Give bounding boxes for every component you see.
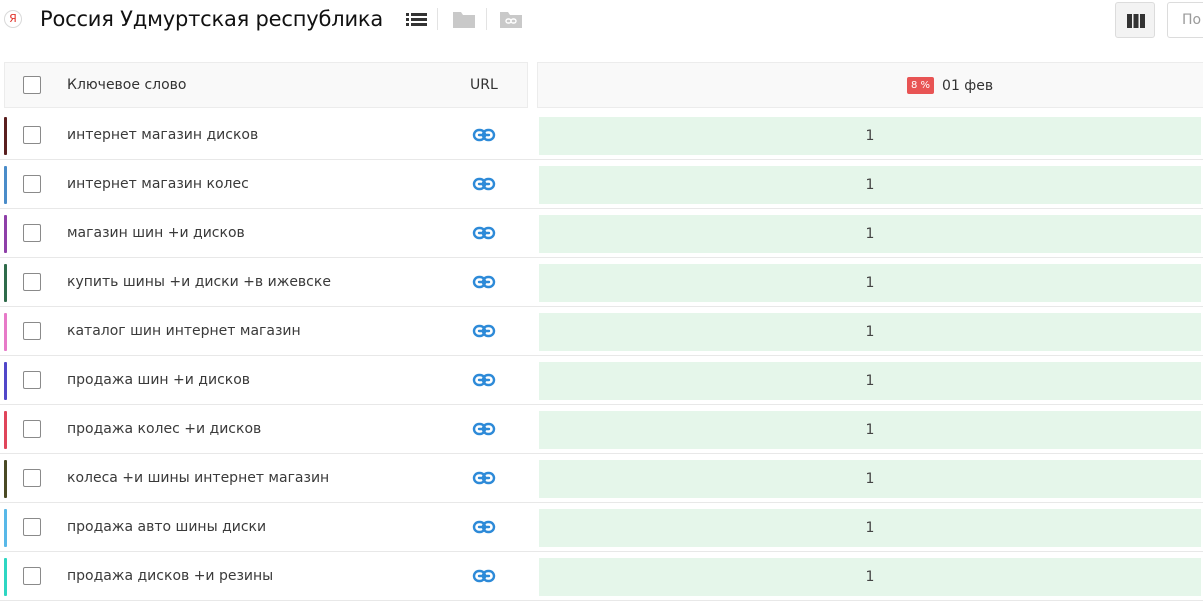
position-cell: 1 <box>539 411 1201 449</box>
columns-toggle-button[interactable] <box>1115 2 1155 38</box>
keyword-text: колеса +и шины интернет магазин <box>67 470 330 486</box>
link-icon[interactable] <box>472 469 496 487</box>
link-icon[interactable] <box>472 224 496 242</box>
row-checkbox[interactable] <box>23 224 41 242</box>
header-cell-date <box>537 62 1203 108</box>
header-divider <box>437 8 438 30</box>
row-color-marker <box>4 362 7 400</box>
select-all-checkbox[interactable] <box>23 76 41 94</box>
link-folder-icon[interactable] <box>499 9 523 33</box>
position-cell: 1 <box>539 264 1201 302</box>
row-checkbox[interactable] <box>23 322 41 340</box>
link-icon[interactable] <box>472 273 496 291</box>
row-checkbox[interactable] <box>23 273 41 291</box>
columns-icon <box>1127 14 1145 28</box>
row-color-marker <box>4 558 7 596</box>
keyword-text: каталог шин интернет магазин <box>67 323 301 339</box>
link-icon[interactable] <box>472 126 496 144</box>
row-color-marker <box>4 509 7 547</box>
row-color-marker <box>4 166 7 204</box>
row-checkbox[interactable] <box>23 371 41 389</box>
position-cell: 1 <box>539 362 1201 400</box>
table-row: продажа шин +и дисков 1 <box>0 356 1203 405</box>
search-input[interactable]: По <box>1167 2 1203 38</box>
link-icon[interactable] <box>472 322 496 340</box>
keyword-text: интернет магазин дисков <box>67 127 259 143</box>
percent-badge: 8 % <box>907 77 935 94</box>
table-row: интернет магазин дисков 1 <box>0 111 1203 160</box>
row-checkbox[interactable] <box>23 175 41 193</box>
table-row: колеса +и шины интернет магазин 1 <box>0 454 1203 503</box>
list-icon[interactable] <box>406 9 428 33</box>
keyword-text: продажа авто шины диски <box>67 519 267 535</box>
row-color-marker <box>4 117 7 155</box>
link-icon[interactable] <box>472 567 496 585</box>
position-cell: 1 <box>539 460 1201 498</box>
table-row: каталог шин интернет магазин 1 <box>0 307 1203 356</box>
page-title: Россия Удмуртская республика <box>40 7 384 31</box>
position-cell: 1 <box>539 117 1201 155</box>
keyword-text: продажа колес +и дисков <box>67 421 262 437</box>
row-checkbox[interactable] <box>23 469 41 487</box>
row-checkbox[interactable] <box>23 126 41 144</box>
keyword-text: продажа шин +и дисков <box>67 372 251 388</box>
table-row: продажа авто шины диски 1 <box>0 503 1203 552</box>
link-icon[interactable] <box>472 420 496 438</box>
table-row: продажа дисков +и резины 1 <box>0 552 1203 601</box>
position-cell: 1 <box>539 313 1201 351</box>
keyword-text: магазин шин +и дисков <box>67 225 245 241</box>
page-header: Я Россия Удмуртская республика По <box>0 0 1203 44</box>
date-column-header[interactable]: 8 % 01 фев <box>907 75 993 95</box>
row-color-marker <box>4 313 7 351</box>
position-cell: 1 <box>539 509 1201 547</box>
header-divider <box>486 8 487 30</box>
keyword-text: интернет магазин колес <box>67 176 249 192</box>
keyword-column-header[interactable]: Ключевое слово <box>67 77 186 93</box>
table-row: продажа колес +и дисков 1 <box>0 405 1203 454</box>
date-label: 01 фев <box>942 77 994 94</box>
keyword-text: купить шины +и диски +в ижевске <box>67 274 331 290</box>
row-color-marker <box>4 411 7 449</box>
position-cell: 1 <box>539 558 1201 596</box>
table-row: магазин шин +и дисков 1 <box>0 209 1203 258</box>
row-checkbox[interactable] <box>23 567 41 585</box>
yandex-logo: Я <box>4 10 22 28</box>
link-icon[interactable] <box>472 518 496 536</box>
keyword-text: продажа дисков +и резины <box>67 568 274 584</box>
row-color-marker <box>4 215 7 253</box>
row-color-marker <box>4 460 7 498</box>
folder-icon[interactable] <box>452 9 476 33</box>
table-row: купить шины +и диски +в ижевске 1 <box>0 258 1203 307</box>
row-color-marker <box>4 264 7 302</box>
row-checkbox[interactable] <box>23 420 41 438</box>
link-icon[interactable] <box>472 371 496 389</box>
position-cell: 1 <box>539 166 1201 204</box>
table-header: Ключевое слово URL 8 % 01 фев <box>0 58 1203 111</box>
url-column-header: URL <box>470 77 498 93</box>
table-row: интернет магазин колес 1 <box>0 160 1203 209</box>
row-checkbox[interactable] <box>23 518 41 536</box>
link-icon[interactable] <box>472 175 496 193</box>
position-cell: 1 <box>539 215 1201 253</box>
